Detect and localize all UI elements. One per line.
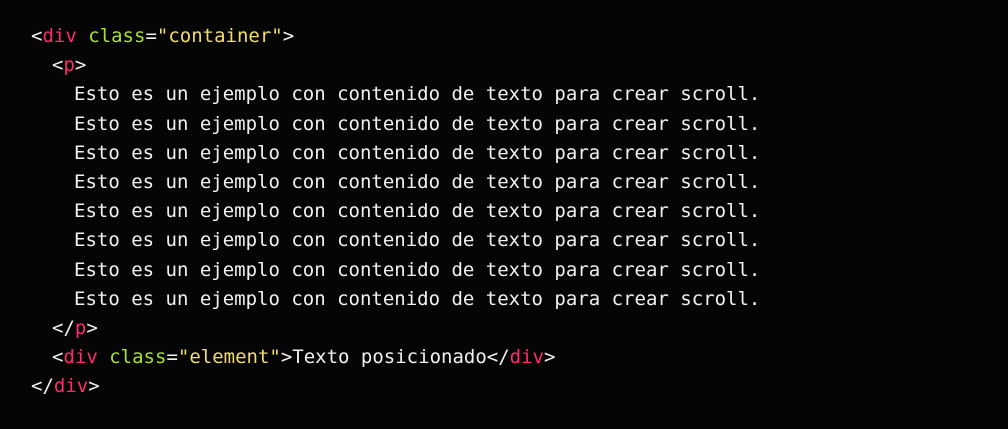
close-bracket: >	[74, 54, 87, 77]
text-content: Esto es un ejemplo con contenido de text…	[74, 258, 761, 281]
equals-sign: =	[145, 25, 157, 47]
tag-name: div	[42, 25, 77, 47]
open-bracket: <	[52, 346, 64, 369]
attribute-value: "container"	[156, 25, 283, 47]
text-content: Esto es un ejemplo con contenido de text…	[74, 83, 761, 106]
close-bracket: >	[543, 346, 556, 369]
code-line-element: <div class="element">Texto posicionado</…	[31, 343, 1008, 372]
close-bracket: >	[280, 346, 293, 369]
attribute-name: class	[88, 25, 146, 47]
open-end-bracket: </	[52, 316, 75, 339]
text-content: Esto es un ejemplo con contenido de text…	[74, 287, 761, 310]
equals-sign: =	[166, 346, 178, 369]
tag-name: div	[63, 346, 98, 369]
code-line-text: Esto es un ejemplo con contenido de text…	[31, 168, 1008, 197]
text-content: Esto es un ejemplo con contenido de text…	[74, 112, 761, 135]
open-bracket: <	[31, 25, 43, 47]
code-line-text: Esto es un ejemplo con contenido de text…	[31, 110, 1008, 139]
tag-name: p	[74, 316, 87, 339]
code-line-container-close: </div>	[31, 372, 1008, 401]
element-text: Texto posicionado	[292, 346, 487, 369]
code-line-text: Esto es un ejemplo con contenido de text…	[31, 197, 1008, 226]
close-bracket: >	[88, 375, 100, 398]
text-content: Esto es un ejemplo con contenido de text…	[74, 170, 761, 193]
code-line-text: Esto es un ejemplo con contenido de text…	[31, 226, 1008, 255]
text-content: Esto es un ejemplo con contenido de text…	[74, 200, 761, 223]
text-content: Esto es un ejemplo con contenido de text…	[74, 141, 761, 164]
code-line-text: Esto es un ejemplo con contenido de text…	[31, 285, 1008, 314]
text-content: Esto es un ejemplo con contenido de text…	[74, 229, 761, 252]
code-block: <div class="container"> <p> Esto es un e…	[0, 0, 1008, 429]
open-end-bracket: </	[31, 375, 54, 398]
attribute-value: "element"	[177, 346, 281, 369]
attribute-name: class	[109, 346, 167, 369]
code-line-text: Esto es un ejemplo con contenido de text…	[31, 139, 1008, 168]
code-line-p-open: <p>	[31, 51, 1008, 80]
code-line-text: Esto es un ejemplo con contenido de text…	[31, 256, 1008, 285]
code-line-p-close: </p>	[31, 314, 1008, 343]
code-line-container-open: <div class="container">	[31, 22, 1008, 51]
tag-name: p	[63, 54, 75, 77]
close-bracket: >	[282, 25, 295, 47]
close-bracket: >	[86, 316, 98, 339]
tag-name: div	[53, 375, 89, 398]
open-end-bracket: </	[486, 346, 510, 369]
open-bracket: <	[52, 54, 64, 77]
code-line-text: Esto es un ejemplo con contenido de text…	[31, 80, 1008, 109]
tag-name: div	[509, 346, 544, 369]
